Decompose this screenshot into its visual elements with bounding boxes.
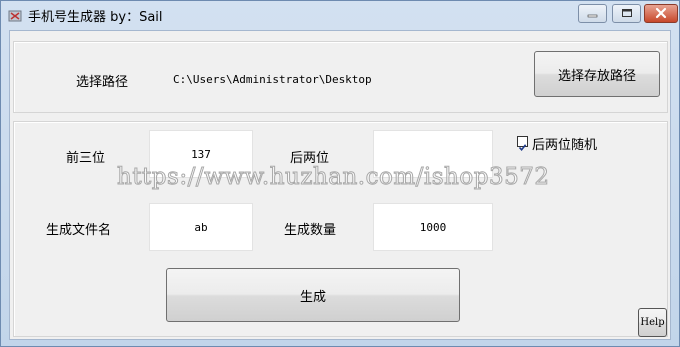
checkmark-icon bbox=[518, 144, 527, 152]
minimize-icon bbox=[587, 14, 598, 18]
filename-input[interactable]: ab bbox=[149, 203, 253, 251]
window-title: 手机号生成器 by：Sail bbox=[28, 10, 163, 25]
filename-label: 生成文件名 bbox=[46, 223, 112, 238]
prefix-label: 前三位 bbox=[66, 151, 106, 166]
close-button[interactable] bbox=[644, 4, 678, 23]
help-button[interactable]: Help bbox=[638, 308, 667, 337]
maximize-icon bbox=[622, 9, 632, 17]
path-label: 选择路径 bbox=[76, 75, 129, 90]
title-bar[interactable]: 手机号生成器 by：Sail bbox=[1, 1, 679, 29]
path-value: C:\Users\Administrator\Desktop bbox=[173, 73, 372, 86]
count-input[interactable]: 1000 bbox=[373, 203, 493, 251]
watermark-text: https://www.huzhan.com/ishop3572 bbox=[116, 164, 550, 191]
random-suffix-checkbox[interactable] bbox=[517, 136, 528, 152]
choose-path-button[interactable]: 选择存放路径 bbox=[534, 51, 660, 97]
app-window: 手机号生成器 by：Sail 选择路径 C:\Users\Administrat… bbox=[0, 0, 680, 347]
generate-button[interactable]: 生成 bbox=[166, 268, 460, 322]
close-icon bbox=[655, 7, 667, 19]
minimize-button[interactable] bbox=[578, 4, 607, 23]
maximize-button[interactable] bbox=[612, 4, 641, 23]
count-label: 生成数量 bbox=[284, 223, 337, 238]
random-suffix-label[interactable]: 后两位随机 bbox=[532, 134, 597, 153]
app-icon bbox=[8, 8, 22, 22]
